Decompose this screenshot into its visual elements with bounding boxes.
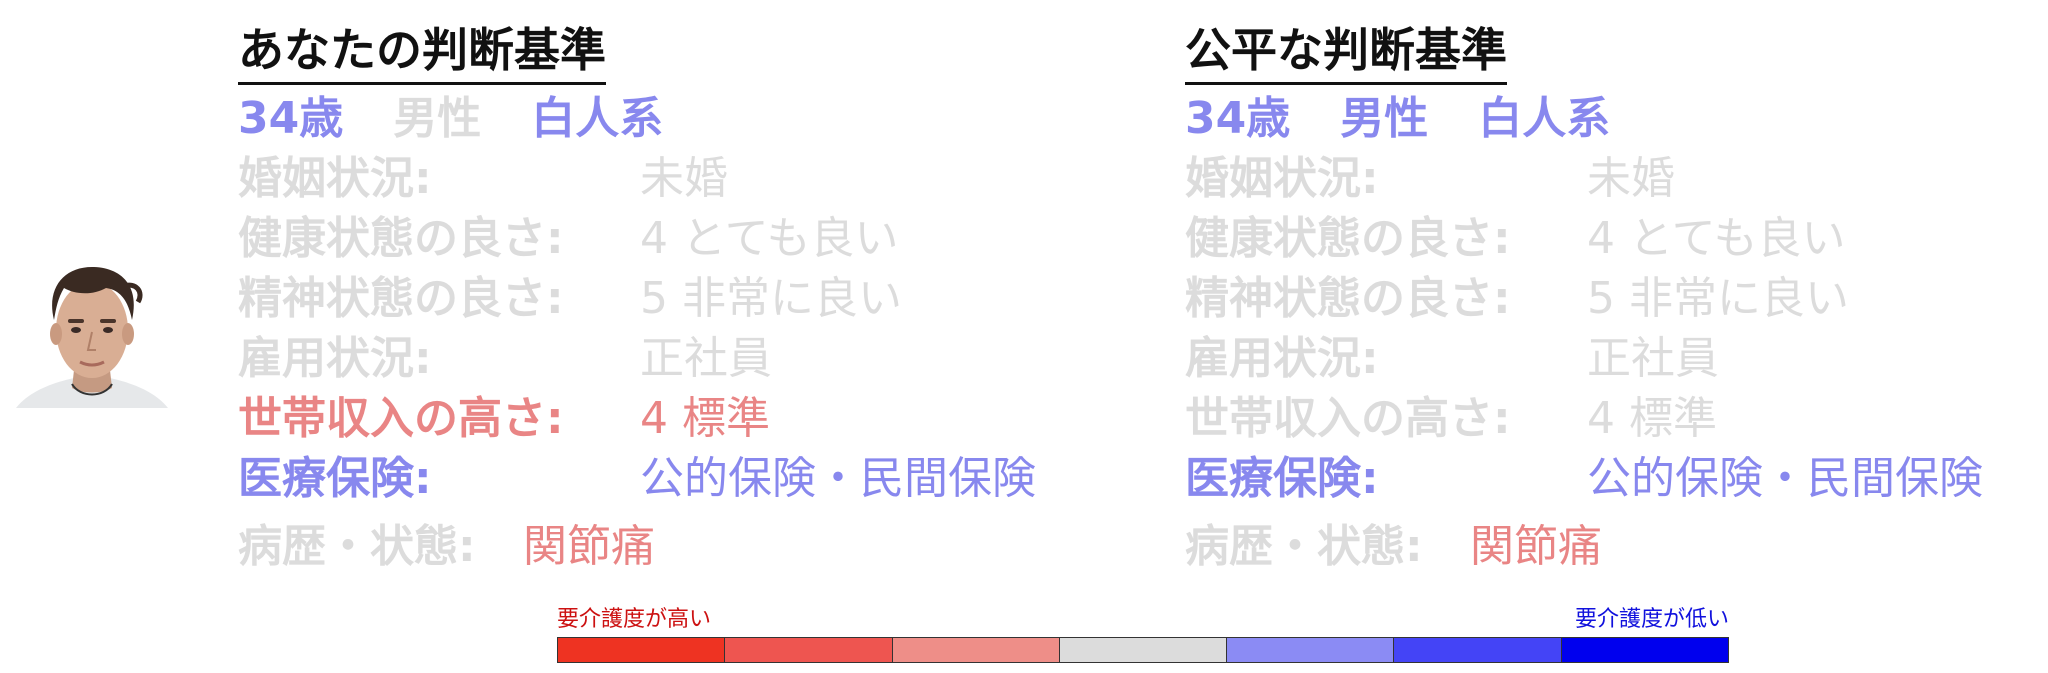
avatar: [16, 262, 168, 412]
attribute-value: 4 とても良い: [640, 213, 899, 264]
attribute-row-condition: 病歴・状態: 関節痛: [238, 517, 1138, 577]
attribute-row-marital-status: 婚姻状況: 未婚: [1185, 149, 2048, 209]
attribute-label: 健康状態の良さ:: [1185, 213, 1511, 264]
age: 34歳: [1185, 93, 1291, 144]
scale-segment: [892, 638, 1060, 662]
attribute-value: 関節痛: [523, 521, 655, 572]
attribute-label: 医療保険:: [238, 453, 432, 504]
attribute-label: 健康状態の良さ:: [238, 213, 564, 264]
attribute-row-employment: 雇用状況: 正社員: [238, 329, 1138, 389]
gender: 男性: [393, 93, 482, 144]
attribute-value: 5 非常に良い: [640, 273, 902, 324]
right-panel: 公平な判断基準 34歳 男性 白人系 婚姻状況: 未婚 健康状態の良さ: 4 とても…: [1185, 18, 2048, 577]
scale-segment: [1394, 638, 1562, 662]
legend-high-label: 要介護度が高い: [557, 607, 712, 632]
attribute-row-insurance: 医療保険: 公的保険・民間保険: [238, 449, 1138, 509]
attribute-value: 4 標準: [640, 393, 770, 444]
attribute-label: 精神状態の良さ:: [238, 273, 564, 324]
attribute-value: 公的保険・民間保険: [1587, 453, 1983, 504]
legend-low-label: 要介護度が低い: [1574, 607, 1729, 632]
scale-segment: [725, 638, 893, 662]
age: 34歳: [238, 93, 344, 144]
attribute-row-mental-health: 精神状態の良さ: 5 非常に良い: [1185, 269, 2048, 329]
panel-title: 公平な判断基準: [1185, 18, 1507, 85]
attribute-value: 公的保険・民間保険: [640, 453, 1036, 504]
attribute-value: 4 とても良い: [1587, 213, 1846, 264]
attribute-value: 正社員: [640, 333, 772, 384]
scale-segment: [1059, 638, 1228, 662]
ethnicity: 白人系: [1478, 93, 1611, 144]
color-scale-legend: 要介護度が高い 要介護度が低い: [557, 606, 1729, 664]
attribute-label: 雇用状況:: [1185, 333, 1379, 384]
attribute-value: 未婚: [640, 153, 728, 204]
attribute-label: 世帯収入の高さ:: [238, 393, 564, 444]
attribute-value: 関節痛: [1470, 521, 1602, 572]
attribute-label: 婚姻状況:: [1185, 153, 1379, 204]
attribute-label: 病歴・状態:: [238, 521, 476, 572]
attribute-value: 5 非常に良い: [1587, 273, 1849, 324]
attribute-row-household-income: 世帯収入の高さ: 4 標準: [238, 389, 1138, 449]
attribute-label: 世帯収入の高さ:: [1185, 393, 1511, 444]
color-scale-bar: [557, 637, 1729, 663]
panel-title: あなたの判断基準: [238, 18, 606, 85]
person-face-icon: [16, 266, 168, 408]
attribute-row-marital-status: 婚姻状況: 未婚: [238, 149, 1138, 209]
ethnicity: 白人系: [531, 93, 664, 144]
attribute-label: 精神状態の良さ:: [1185, 273, 1511, 324]
attribute-row-insurance: 医療保険: 公的保険・民間保険: [1185, 449, 2048, 509]
attribute-label: 病歴・状態:: [1185, 521, 1423, 572]
attribute-label: 雇用状況:: [238, 333, 432, 384]
attribute-row-mental-health: 精神状態の良さ: 5 非常に良い: [238, 269, 1138, 329]
attribute-value: 正社員: [1587, 333, 1719, 384]
attribute-row-household-income: 世帯収入の高さ: 4 標準: [1185, 389, 2048, 449]
scale-segment: [1561, 638, 1728, 662]
scale-segment: [1227, 638, 1395, 662]
attribute-value: 4 標準: [1587, 393, 1717, 444]
attribute-row-physical-health: 健康状態の良さ: 4 とても良い: [238, 209, 1138, 269]
demographics: 34歳 男性 白人系: [1185, 89, 2048, 149]
scale-segment: [558, 638, 726, 662]
attribute-row-employment: 雇用状況: 正社員: [1185, 329, 2048, 389]
attribute-row-condition: 病歴・状態: 関節痛: [1185, 517, 2048, 577]
gender: 男性: [1340, 93, 1429, 144]
attribute-label: 医療保険:: [1185, 453, 1379, 504]
attribute-value: 未婚: [1587, 153, 1675, 204]
attribute-row-physical-health: 健康状態の良さ: 4 とても良い: [1185, 209, 2048, 269]
left-panel: あなたの判断基準 34歳 男性 白人系 婚姻状況: 未婚 健康状態の良さ: 4 とて…: [238, 18, 1138, 577]
demographics: 34歳 男性 白人系: [238, 89, 1138, 149]
attribute-label: 婚姻状況:: [238, 153, 432, 204]
